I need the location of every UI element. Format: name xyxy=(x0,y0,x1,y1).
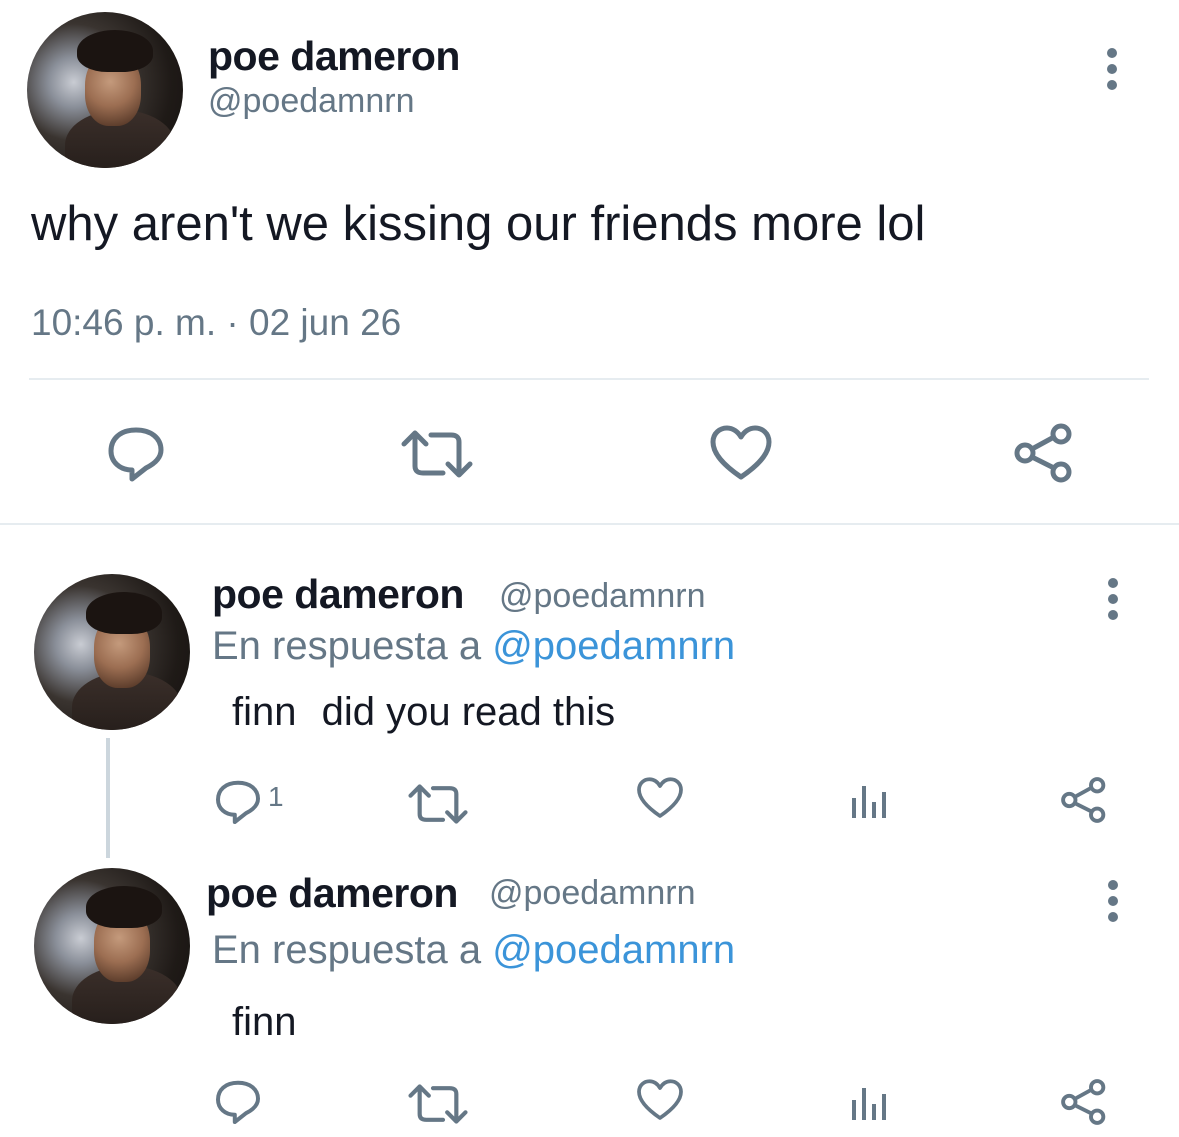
share-icon[interactable] xyxy=(1060,1078,1108,1126)
analytics-icon[interactable] xyxy=(850,1084,890,1120)
more-options-icon[interactable] xyxy=(1108,880,1120,928)
main-tweet-text: why aren't we kissing our friends more l… xyxy=(31,197,926,251)
reply-author-handle[interactable]: @poedamnrn xyxy=(489,874,696,913)
in-reply-to-prefix: En respuesta a xyxy=(212,928,482,972)
thread-connector-line xyxy=(106,738,110,858)
reply-icon[interactable] xyxy=(214,778,262,826)
retweet-icon[interactable] xyxy=(401,428,473,480)
main-tweet-timestamp[interactable]: 10:46 p. m. · 02 jun 26 xyxy=(31,302,401,344)
share-icon[interactable] xyxy=(1060,776,1108,824)
reply-icon[interactable] xyxy=(214,1078,262,1126)
reply-text-part: finn xyxy=(232,1000,297,1044)
more-options-icon[interactable] xyxy=(1108,578,1120,626)
like-icon[interactable] xyxy=(636,776,684,820)
avatar[interactable] xyxy=(27,12,183,168)
avatar[interactable] xyxy=(34,574,190,730)
more-options-icon[interactable] xyxy=(1107,48,1119,96)
reply-text-part: did you read this xyxy=(321,690,616,734)
avatar-hair xyxy=(86,592,162,634)
avatar-hair xyxy=(77,30,153,72)
reply-author-name[interactable]: poe dameron xyxy=(206,870,458,917)
reply-author-name[interactable]: poe dameron xyxy=(212,571,464,618)
reply-author-handle[interactable]: @poedamnrn xyxy=(499,577,706,616)
like-icon[interactable] xyxy=(636,1078,684,1122)
reply-text: finn did you read this xyxy=(232,690,615,735)
reply-text-part: finn xyxy=(232,690,297,734)
in-reply-to-prefix: En respuesta a xyxy=(212,624,482,668)
retweet-icon[interactable] xyxy=(408,782,468,826)
in-reply-to: En respuesta a @poedamnrn xyxy=(212,624,735,669)
reply-text: finn xyxy=(232,1000,297,1045)
share-icon[interactable] xyxy=(1013,422,1075,484)
reply-icon[interactable] xyxy=(106,424,166,484)
avatar[interactable] xyxy=(34,868,190,1024)
in-reply-to-handle-link[interactable]: @poedamnrn xyxy=(492,928,735,972)
main-tweet-divider xyxy=(29,378,1149,380)
like-icon[interactable] xyxy=(709,424,773,482)
section-divider xyxy=(0,523,1179,525)
main-tweet-author-handle[interactable]: @poedamnrn xyxy=(208,82,415,121)
reply-count: 1 xyxy=(268,781,284,812)
avatar-hair xyxy=(86,886,162,928)
in-reply-to-handle-link[interactable]: @poedamnrn xyxy=(492,624,735,668)
retweet-icon[interactable] xyxy=(408,1082,468,1126)
analytics-icon[interactable] xyxy=(850,782,890,818)
main-tweet-author-name[interactable]: poe dameron xyxy=(208,33,460,80)
in-reply-to: En respuesta a @poedamnrn xyxy=(212,928,735,973)
